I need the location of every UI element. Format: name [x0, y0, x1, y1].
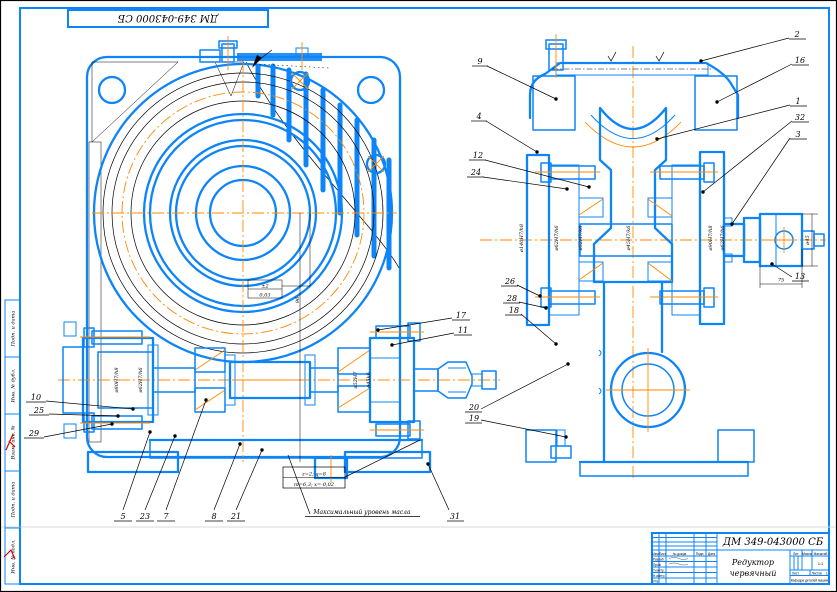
dim-text: ø45k6: [366, 371, 372, 388]
title-doc-number: ДМ 349-043000 СБ: [722, 537, 824, 548]
sheets-label: Листов: [812, 572, 823, 576]
callout-number: 31: [450, 512, 460, 521]
dim-text: 75: [778, 278, 784, 284]
callout-number: 16: [795, 56, 805, 65]
dim-text: ø52H7: [353, 371, 359, 390]
cad-canvas: ДМ 349-043000 СБ Подп. и дата Инв. № дуб…: [0, 0, 837, 592]
dim-text: ø62H7/h6: [138, 367, 144, 394]
callout-number: 9: [477, 57, 482, 66]
callout-number: 19: [469, 414, 479, 423]
callout-number: 26: [504, 277, 515, 286]
dim-text: ø52H7/k6: [578, 225, 584, 252]
dim-text: ø62H7/h6: [554, 225, 560, 252]
rev-header-date: Дата: [708, 552, 715, 556]
callout-number: 8: [211, 512, 216, 521]
row-prov: Пров.: [653, 563, 662, 567]
scale-value: 1:1: [818, 562, 823, 566]
part-name-line2: червячный: [730, 569, 777, 578]
rev-header-izm: Изм: [653, 552, 659, 556]
dim-text: ø62H7/h6: [720, 225, 726, 252]
scale-label: Масштаб: [814, 552, 828, 556]
callout-number: 11: [458, 326, 468, 335]
dim-text: ø80H7/h8: [114, 368, 120, 394]
row-tkontr: Т.контр.: [653, 568, 665, 572]
callout-number: 1: [795, 97, 800, 106]
row-utv: Утв.: [653, 579, 659, 583]
margin-stamp-label: Подп. и дата: [11, 311, 17, 348]
callout-number: 20: [468, 403, 479, 412]
rev-header-list: Лист: [659, 552, 666, 556]
part-name-line1: Редуктор: [731, 558, 774, 567]
margin-stamp-label: Подп. и дата: [11, 482, 17, 519]
organization: Кафедра деталей машин: [791, 579, 829, 583]
callout-number: 2: [793, 30, 799, 39]
rev-header-sign: Подп.: [696, 552, 705, 556]
callout-number: 21: [230, 512, 241, 521]
callout-number: 29: [28, 429, 39, 438]
rev-header-docum: № докум.: [673, 552, 687, 556]
worm-note-line1: z=2; q=8: [301, 472, 326, 478]
dim-text: ø90H7/h8: [708, 226, 714, 252]
row-razrab: Разраб.: [653, 557, 665, 561]
dim-text: ø140H7/h8: [519, 224, 525, 253]
margin-stamp-label: Инв. № дубл.: [10, 368, 17, 403]
dim-text: ø45: [805, 235, 811, 245]
row-nkontr: Н.контр.: [653, 574, 665, 578]
mass-label: Масса: [802, 552, 812, 556]
callout-number: 17: [456, 311, 467, 320]
callout-number: 12: [473, 151, 483, 160]
callout-number: 18: [509, 306, 519, 315]
callout-number: 25: [33, 406, 44, 415]
drawing-sheet: ДМ 349-043000 СБ Подп. и дата Инв. № дуб…: [0, 0, 837, 592]
tolerance-frame-top: ±2: [261, 284, 268, 290]
lit-label: Лит.: [793, 552, 799, 556]
callout-number: 32: [795, 113, 805, 122]
callout-number: 13: [795, 272, 805, 281]
tolerance-frame-bottom: 0,03: [259, 293, 270, 299]
sheet-label: Лист: [792, 572, 799, 576]
callout-number: 3: [795, 130, 800, 139]
callout-number: 10: [31, 393, 41, 402]
sheets-value: 1: [826, 572, 828, 576]
callout-number: 23: [139, 512, 150, 521]
callout-number: 24: [470, 168, 481, 177]
dim-text: ø45H7/k6: [626, 225, 632, 252]
callout-number: 5: [120, 512, 125, 521]
corner-stamp-text: ДМ 349-043000 СБ: [117, 12, 219, 23]
oil-level-text: Максимальный уровень масла: [312, 509, 411, 516]
callout-number: 28: [506, 294, 517, 303]
callout-number: 4: [475, 112, 481, 121]
